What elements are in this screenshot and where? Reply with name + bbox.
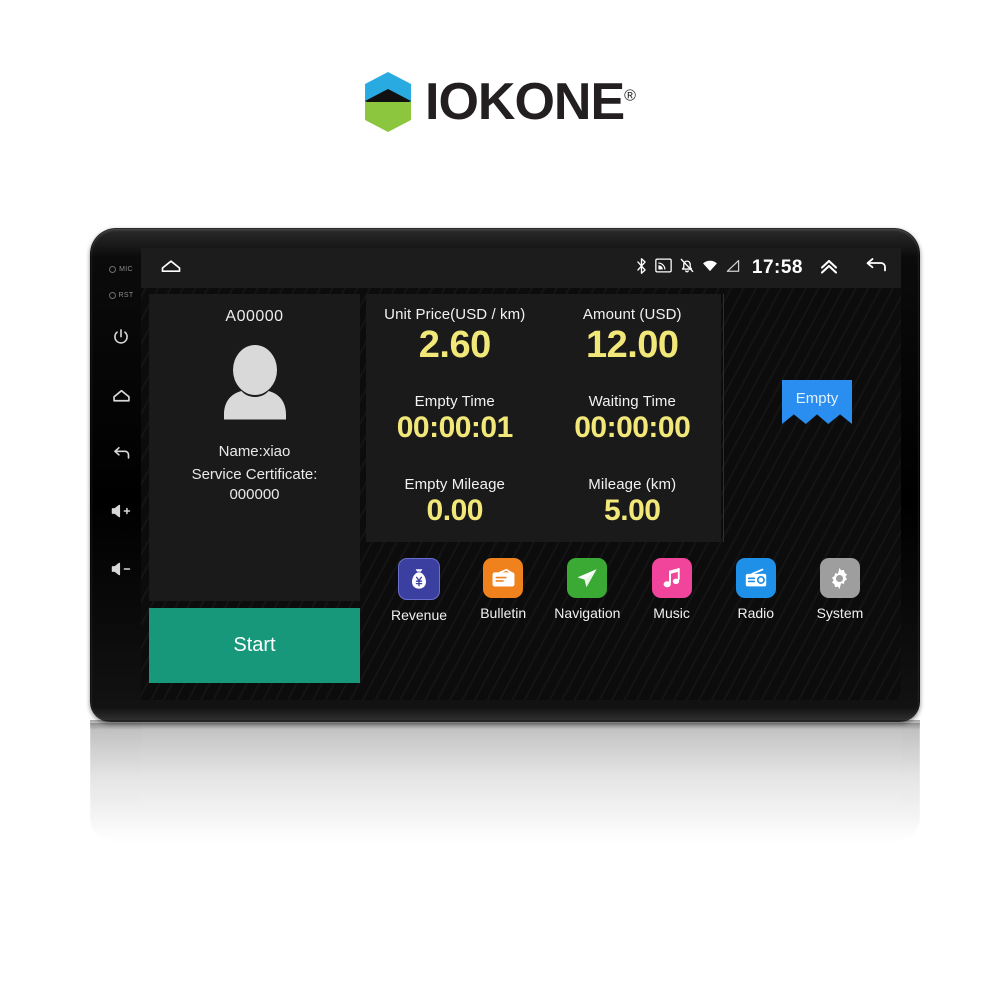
statusbar-home-button[interactable] bbox=[159, 254, 183, 283]
brand-logo: IOKONE® bbox=[0, 62, 1000, 142]
meter-empty-mileage: Empty Mileage 0.00 bbox=[366, 459, 544, 542]
radio-icon bbox=[735, 558, 776, 598]
back-button[interactable] bbox=[111, 424, 132, 482]
status-badge[interactable]: Empty bbox=[782, 380, 852, 424]
meter-label: Empty Mileage bbox=[404, 475, 505, 493]
android-status-bar: 17:58 bbox=[141, 248, 901, 288]
dock-item-label: Radio bbox=[737, 605, 775, 621]
dock-item-music[interactable]: Music bbox=[635, 558, 709, 621]
bluetooth-icon bbox=[635, 257, 648, 280]
meter-label: Amount (USD) bbox=[582, 306, 682, 324]
meter-label: Mileage (km) bbox=[588, 475, 677, 493]
meter-value: 00:00:00 bbox=[574, 410, 691, 444]
meter-value: 0.00 bbox=[426, 493, 484, 527]
money-bag-icon bbox=[398, 558, 440, 600]
dock-item-label: Revenue bbox=[390, 607, 448, 623]
meters-panel: Unit Price(USD / km) 2.60 Amount (USD) 1… bbox=[366, 294, 721, 542]
volume-up-button[interactable] bbox=[110, 482, 132, 540]
paper-plane-icon bbox=[567, 558, 608, 598]
reset-indicator[interactable]: RST bbox=[108, 282, 134, 308]
dock-item-label: System bbox=[816, 605, 864, 621]
dock-item-navigation[interactable]: Navigation bbox=[550, 558, 624, 621]
brand-wordmark: IOKONE® bbox=[425, 73, 636, 131]
meter-amount: Amount (USD) 12.00 bbox=[544, 294, 722, 377]
cast-icon bbox=[655, 258, 672, 278]
dock-item-system[interactable]: System bbox=[803, 558, 877, 621]
statusbar-clock: 17:58 bbox=[751, 257, 803, 278]
reset-label: RST bbox=[118, 291, 134, 299]
meter-unit-price: Unit Price(USD / km) 2.60 bbox=[366, 294, 544, 377]
driver-certificate: Service Certificate: 000000 bbox=[192, 465, 318, 506]
mic-label: MIC bbox=[119, 265, 133, 273]
dock-item-label: Navigation bbox=[554, 605, 621, 621]
gear-icon bbox=[819, 558, 860, 598]
bell-off-icon bbox=[679, 257, 695, 279]
wifi-icon bbox=[702, 259, 718, 278]
power-icon bbox=[111, 327, 131, 347]
device-bezel-controls: MIC RST bbox=[98, 242, 144, 708]
car-head-unit-device: MIC RST 17:58 A00000 Name:xiao Service C… bbox=[90, 228, 920, 722]
dock-item-label: Music bbox=[653, 605, 690, 621]
meter-label: Unit Price(USD / km) bbox=[384, 306, 526, 324]
meter-waiting-time: Waiting Time 00:00:00 bbox=[544, 377, 722, 460]
avatar bbox=[216, 344, 294, 429]
chevron-double-up-icon[interactable] bbox=[817, 254, 841, 283]
home-icon bbox=[159, 254, 183, 283]
start-button-label: Start bbox=[233, 634, 276, 656]
dock-item-radio[interactable]: Radio bbox=[719, 558, 793, 621]
statusbar-back-icon[interactable] bbox=[863, 254, 889, 283]
driver-name: Name:xiao bbox=[218, 443, 291, 460]
meter-mileage: Mileage (km) 5.00 bbox=[544, 459, 722, 542]
mic-indicator: MIC bbox=[109, 256, 133, 282]
volume-down-icon bbox=[110, 560, 132, 578]
reset-hole-icon[interactable] bbox=[108, 291, 116, 299]
driver-info-panel: A00000 Name:xiao Service Certificate: 00… bbox=[149, 294, 360, 601]
status-badge-area: Empty bbox=[741, 294, 893, 542]
home-icon bbox=[111, 385, 132, 406]
power-button[interactable] bbox=[111, 308, 131, 366]
iokone-hex-icon bbox=[365, 72, 412, 132]
meter-value: 12.00 bbox=[585, 324, 679, 367]
signal-icon bbox=[725, 259, 740, 278]
meter-label: Waiting Time bbox=[588, 392, 676, 410]
app-dock: Revenue Bulletin Navigation Music Radio … bbox=[366, 552, 893, 644]
registered-mark: ® bbox=[624, 87, 636, 105]
certificate-value: 000000 bbox=[229, 486, 280, 504]
panel-divider bbox=[723, 294, 724, 542]
home-button[interactable] bbox=[111, 366, 132, 424]
volume-down-button[interactable] bbox=[110, 540, 132, 598]
meter-value: 5.00 bbox=[604, 493, 661, 527]
vehicle-plate: A00000 bbox=[225, 308, 284, 325]
statusbar-icons: 17:58 bbox=[635, 257, 807, 280]
envelope-icon bbox=[483, 558, 524, 598]
certificate-label: Service Certificate: bbox=[191, 466, 318, 483]
start-button[interactable]: Start bbox=[149, 608, 360, 683]
back-arrow-icon bbox=[111, 443, 132, 464]
music-note-icon bbox=[651, 558, 692, 598]
dock-item-label: Bulletin bbox=[480, 605, 527, 621]
meter-empty-time: Empty Time 00:00:01 bbox=[366, 377, 544, 460]
status-badge-label: Empty bbox=[795, 389, 839, 407]
brand-name: IOKONE bbox=[425, 73, 625, 131]
meter-value: 2.60 bbox=[418, 324, 491, 367]
meter-value: 00:00:01 bbox=[396, 410, 514, 444]
device-reflection: Start Revenue Bulletin Navigation Music … bbox=[90, 723, 920, 843]
taximeter-screen: A00000 Name:xiao Service Certificate: 00… bbox=[141, 288, 901, 700]
dock-item-bulletin[interactable]: Bulletin bbox=[466, 558, 540, 621]
volume-up-icon bbox=[110, 502, 132, 520]
meter-label: Empty Time bbox=[414, 392, 495, 410]
mic-hole-icon bbox=[109, 265, 117, 273]
dock-item-revenue[interactable]: Revenue bbox=[382, 558, 456, 623]
touchscreen[interactable]: 17:58 A00000 Name:xiao Service Certifica… bbox=[141, 248, 901, 700]
